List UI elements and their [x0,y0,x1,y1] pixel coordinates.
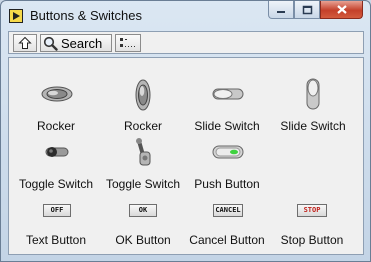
off-text-button[interactable]: OFF [43,204,71,217]
palette-item-slide-switch-label: Slide Switch [280,119,346,133]
minimize-icon [277,10,285,13]
window-title: Buttons & Switches [30,8,142,23]
palette-toolbar: Search [8,31,364,54]
maximize-button[interactable] [294,1,320,19]
palette-window: Buttons & Switches Search Rocker Rocker … [0,0,371,262]
horizontal-toggle-switch-icon[interactable] [43,144,71,160]
palette-item-stop-button-label: Stop Button [280,233,344,247]
palette-item-push-button-label: Push Button [194,177,260,191]
horizontal-rocker-switch-icon[interactable] [41,86,73,102]
horizontal-slide-switch-icon[interactable] [212,88,244,100]
close-icon [336,5,347,14]
minimize-button[interactable] [268,1,294,19]
vertical-rocker-switch-icon[interactable] [135,79,151,111]
ok-button[interactable]: OK [129,204,157,217]
up-button[interactable] [13,34,37,52]
search-icon [43,36,58,51]
search-label: Search [61,35,103,51]
up-arrow-icon [18,36,32,49]
stop-button[interactable]: STOP [297,204,327,217]
close-button[interactable] [320,1,363,19]
maximize-icon [302,5,312,14]
labview-app-icon[interactable] [9,9,23,23]
view-options-button[interactable] [115,34,141,52]
window-controls [268,1,363,19]
search-button[interactable]: Search [40,34,112,52]
vertical-toggle-switch-icon[interactable] [135,137,153,167]
controls-palette: Rocker Rocker Slide Switch Slide Switch … [8,57,364,255]
push-button-icon[interactable] [212,145,244,159]
cancel-button[interactable]: CANCEL [213,204,243,217]
view-options-icon [120,38,135,47]
vertical-slide-switch-icon[interactable] [306,78,320,110]
